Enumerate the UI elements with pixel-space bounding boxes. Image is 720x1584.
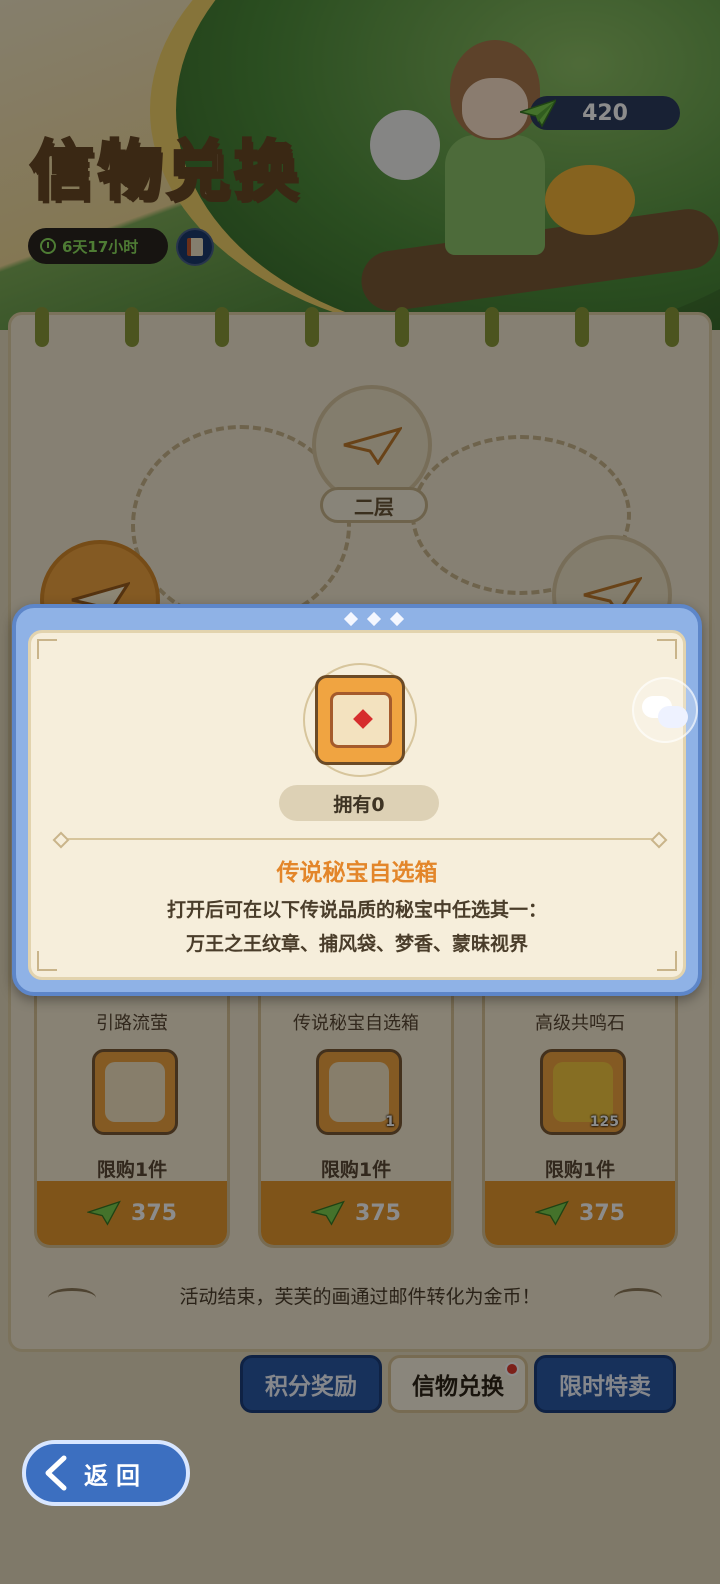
corner-ornament <box>657 639 677 659</box>
chat-button[interactable] <box>632 677 698 743</box>
popup-ornament <box>343 611 405 627</box>
chat-icon <box>642 692 688 728</box>
item-description-line-1: 打开后可在以下传说品质的秘宝中任选其一： <box>166 899 547 921</box>
item-description: 打开后可在以下传说品质的秘宝中任选其一： 万王之王纹章、捕风袋、梦香、蒙昧视界 <box>31 893 683 961</box>
owned-count: 拥有0 <box>279 785 439 821</box>
back-arrow-icon <box>45 1455 67 1491</box>
treasure-chest-icon <box>315 675 405 765</box>
item-name: 传说秘宝自选箱 <box>276 860 438 886</box>
item-description-line-2: 万王之王纹章、捕风袋、梦香、蒙昧视界 <box>185 933 528 955</box>
back-button[interactable]: 返回 <box>22 1440 190 1506</box>
item-detail-popup: 拥有0 传说秘宝自选箱 打开后可在以下传说品质的秘宝中任选其一： 万王之王纹章、… <box>12 604 702 996</box>
popup-content: 拥有0 传说秘宝自选箱 打开后可在以下传说品质的秘宝中任选其一： 万王之王纹章、… <box>28 630 686 980</box>
divider <box>65 838 655 840</box>
corner-ornament <box>37 639 57 659</box>
back-label: 返回 <box>84 1461 148 1490</box>
